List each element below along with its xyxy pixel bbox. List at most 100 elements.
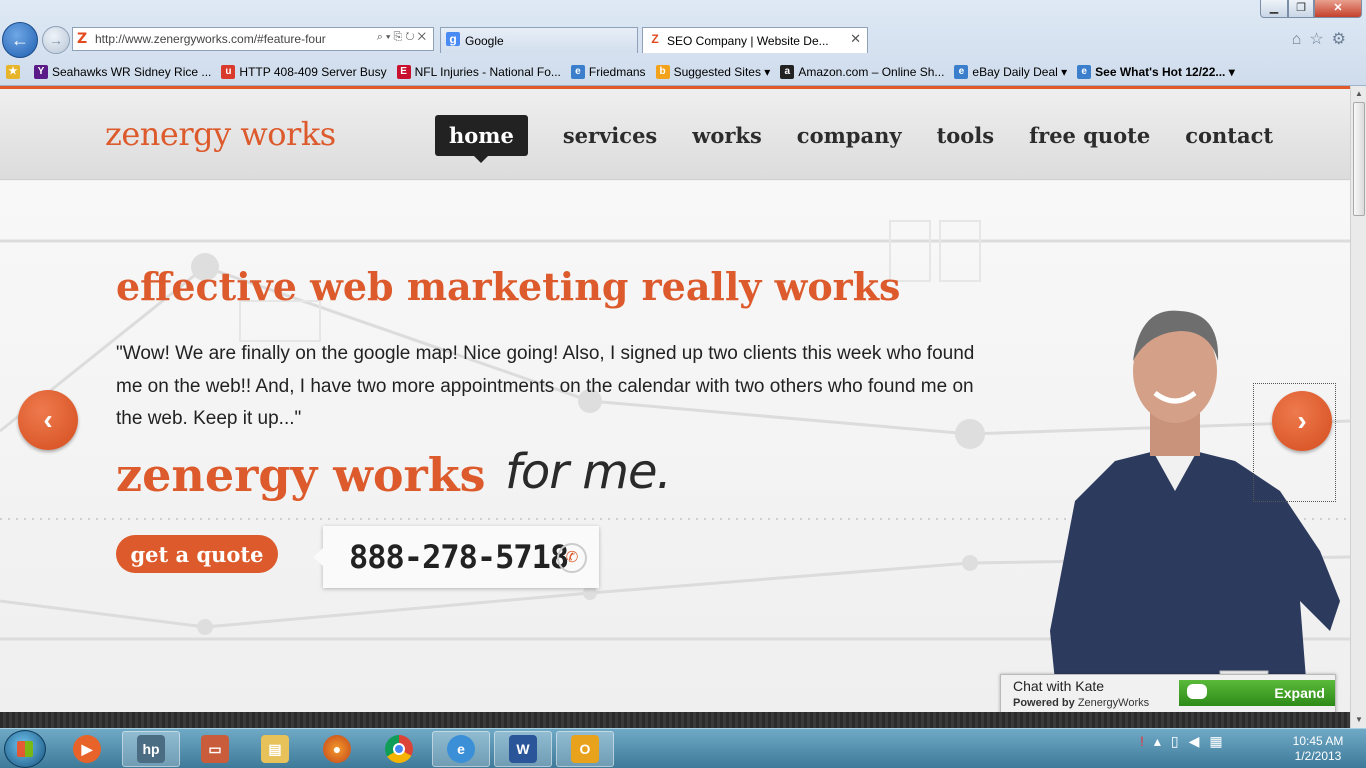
ie-page-icon: e [954,65,969,79]
menu-tools[interactable]: tools [937,115,995,156]
network-icon[interactable]: ▦ [1209,733,1232,749]
home-icon[interactable]: ⌂ [1292,31,1310,48]
ie-page-icon: e [570,65,585,79]
back-button[interactable]: ← [2,22,38,58]
show-hidden-icons-icon[interactable]: ▴ [1154,733,1171,749]
fav-item[interactable]: a Amazon.com – Online Sh... [780,65,944,79]
web-page: zenergy works home services works compan… [0,86,1350,712]
word-icon: W [509,735,537,763]
menu-home[interactable]: home [435,115,528,163]
device-icon[interactable]: ▯ [1171,733,1189,749]
outlook-icon: O [571,735,599,763]
yahoo-icon: Y [34,65,48,79]
taskbar-hp[interactable]: hp [122,731,180,767]
suggested-sites-icon: b [655,65,670,79]
address-tools-icon[interactable]: ⌕▾⎘↻✕ [377,31,429,44]
volume-icon[interactable]: ◀ [1189,733,1210,749]
tagline-script: for me. [505,444,672,500]
folder-icon: ▤ [261,735,289,763]
get-quote-button[interactable]: get a quote [116,535,278,573]
system-tray: !▴▯◀▦ [1140,733,1233,750]
settings-gear-icon[interactable]: ⚙ [1332,31,1354,48]
windows-taskbar: ▶ hp ▭ ▤ ● e W O !▴▯◀▦ 10:45 AM 1/2/2013 [0,728,1366,768]
favorites-star-add-icon[interactable]: ★ [6,65,24,79]
fav-item[interactable]: E NFL Injuries - National Fo... [396,65,561,79]
scroll-thumb[interactable] [1353,102,1365,216]
tab-google[interactable]: g Google [440,27,638,53]
tagline-brand: zenergy works [116,448,486,502]
scroll-up-icon[interactable]: ▲ [1351,86,1366,102]
fav-item[interactable]: Y Seahawks WR Sidney Rice ... [34,65,211,79]
hero-slider: effective web marketing really works "Wo… [0,181,1350,712]
chat-expand-button[interactable]: Expand [1179,680,1335,706]
main-menu: home services works company tools free q… [435,115,1308,163]
slider-next-button[interactable]: › [1272,391,1332,451]
scroll-down-icon[interactable]: ▼ [1351,712,1366,728]
tab-label: SEO Company | Website De... [667,33,829,48]
chat-title: Chat with Kate [1013,678,1105,694]
menu-works[interactable]: works [692,115,762,156]
ie-page-icon: e [1077,65,1092,79]
menu-company[interactable]: company [797,115,902,156]
google-favicon-icon: g [446,32,460,46]
maximize-button[interactable]: ❐ [1288,0,1314,18]
action-center-alert-icon[interactable]: ! [1140,733,1154,749]
tab-label: Google [465,33,504,48]
start-button[interactable] [4,730,46,768]
close-window-button[interactable]: ✕ [1314,0,1362,18]
menu-free-quote[interactable]: free quote [1029,115,1150,156]
taskbar-monitor[interactable]: ▭ [186,731,244,767]
fav-item[interactable]: e eBay Daily Deal ▾ [954,65,1067,79]
ie-icon: e [447,735,475,763]
taskbar-internet-explorer[interactable]: e [432,731,490,767]
espn-icon: E [396,65,411,79]
testimonial-quote: "Wow! We are finally on the google map! … [116,343,975,429]
taskbar-firefox[interactable]: ● [308,731,366,767]
browser-chrome: ▁ ❐ ✕ ← → Z http://www.zenergyworks.com/… [0,0,1366,86]
clock-time: 10:45 AM [1292,734,1344,748]
chat-widget[interactable]: Chat with Kate Powered by ZenergyWorks E… [1000,674,1336,712]
menu-contact[interactable]: contact [1185,115,1273,156]
site-logo[interactable]: zenergy works [105,115,336,153]
firefox-icon: ● [323,735,351,763]
site-header: zenergy works home services works compan… [0,89,1350,180]
tab-close-icon[interactable]: ✕ [850,31,861,47]
display-icon: ▭ [201,735,229,763]
up-icon: u [221,65,236,79]
phone-icon: ✆ [557,543,587,573]
taskbar-chrome[interactable] [370,731,428,767]
taskbar-word[interactable]: W [494,731,552,767]
amazon-icon: a [780,65,795,79]
tab-seo-company[interactable]: Z SEO Company | Website De... ✕ [642,27,868,53]
chevron-right-icon: › [1297,405,1307,436]
address-text: http://www.zenergyworks.com/#feature-fou… [95,32,326,46]
fav-item[interactable]: e See What's Hot 12/22... ▾ [1077,65,1235,79]
page-footer-strip [0,712,1350,728]
favorites-bar: ★ Y Seahawks WR Sidney Rice ... u HTTP 408… [0,60,1366,84]
hero-headline: effective web marketing really works [116,264,901,309]
favorites-star-icon[interactable]: ☆ [1309,31,1331,48]
forward-arrow-icon: → [49,32,63,48]
address-bar[interactable]: Z http://www.zenergyworks.com/#feature-f… [72,27,434,51]
chat-bubble-icon [1187,684,1207,699]
taskbar-media-player[interactable]: ▶ [58,731,116,767]
fav-item[interactable]: e Friedmans [570,65,646,79]
fav-item[interactable]: u HTTP 408-409 Server Busy [221,65,387,79]
back-arrow-icon: ← [11,29,29,50]
taskbar-explorer[interactable]: ▤ [246,731,304,767]
fav-item[interactable]: b Suggested Sites ▾ [655,65,770,79]
forward-button[interactable]: → [42,26,70,54]
phone-number[interactable]: 888-278-5718 [349,538,569,576]
slider-prev-button[interactable]: ‹ [18,390,78,450]
menu-services[interactable]: services [563,115,657,156]
chat-powered-by: Powered by ZenergyWorks [1013,697,1150,709]
taskbar-outlook[interactable]: O [556,731,614,767]
media-player-icon: ▶ [73,735,101,763]
system-clock[interactable]: 10:45 AM 1/2/2013 [1282,734,1354,764]
minimize-button[interactable]: ▁ [1260,0,1288,18]
clock-date: 1/2/2013 [1294,749,1342,763]
smiling-man-photo [1050,310,1340,712]
vertical-scrollbar[interactable]: ▲ ▼ [1350,86,1366,728]
chrome-icon [385,735,413,763]
site-favicon-icon: Z [77,31,88,47]
